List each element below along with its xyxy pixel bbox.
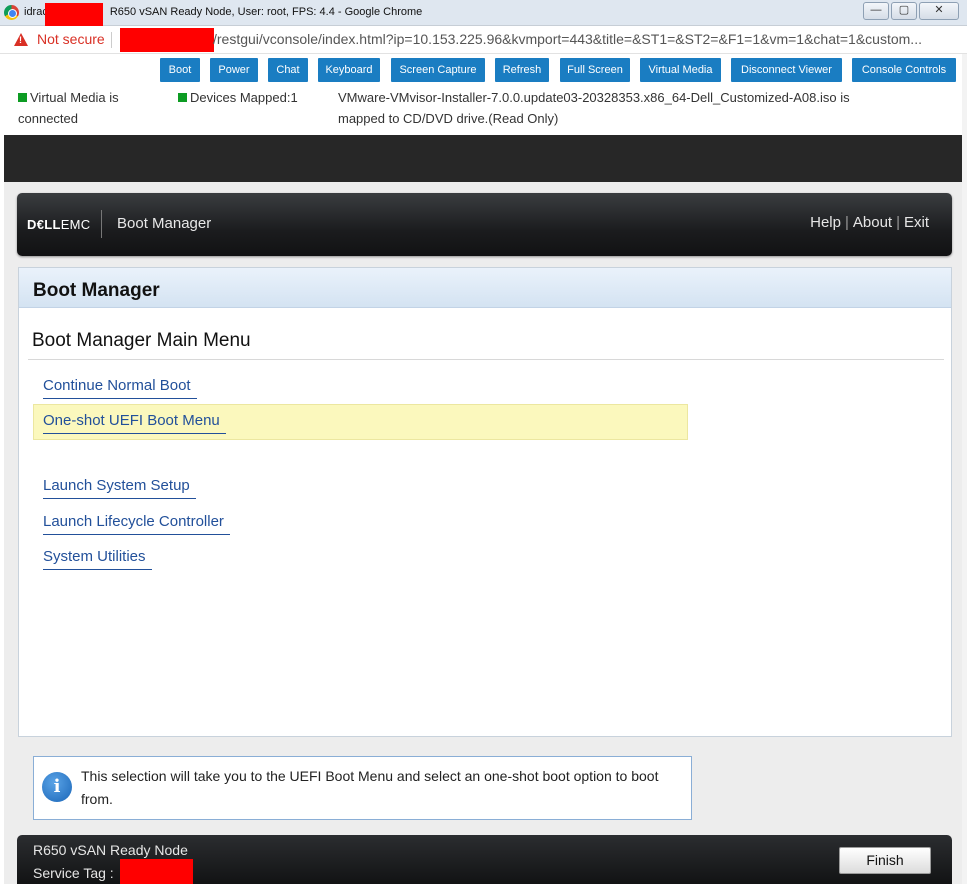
window-title-bar: idrac R650 vSAN Ready Node, User: root, F… <box>0 0 967 28</box>
header-links: Help | About | Exit <box>810 214 929 231</box>
dell-emc-logo: D€LLEMC <box>27 217 91 232</box>
menu-item-one-shot-uefi-boot-menu[interactable]: One-shot UEFI Boot Menu <box>43 412 226 434</box>
minimize-button[interactable]: — <box>863 2 889 20</box>
screen-capture-button[interactable]: Screen Capture <box>391 58 485 82</box>
menu-item-continue-normal-boot[interactable]: Continue Normal Boot <box>43 377 197 399</box>
system-model: R650 vSAN Ready Node <box>33 842 188 858</box>
url-text[interactable]: /restgui/vconsole/index.html?ip=10.153.2… <box>213 31 922 47</box>
redaction-host <box>120 28 214 52</box>
about-link[interactable]: About <box>853 214 892 231</box>
close-button[interactable]: ✕ <box>919 2 959 20</box>
menu-title: Boot Manager Main Menu <box>32 330 251 351</box>
disconnect-viewer-button[interactable]: Disconnect Viewer <box>731 58 842 82</box>
redaction-title <box>45 3 103 28</box>
menu-item-system-utilities[interactable]: System Utilities <box>43 548 152 570</box>
chat-button[interactable]: Chat <box>268 58 308 82</box>
address-bar[interactable]: Not secure /restgui/vconsole/index.html?… <box>0 26 967 54</box>
finish-button[interactable]: Finish <box>839 847 931 874</box>
virtual-media-button[interactable]: Virtual Media <box>640 58 721 82</box>
info-icon: i <box>42 772 72 802</box>
console-controls-button[interactable]: Console Controls <box>852 58 956 82</box>
console-top-bar <box>4 135 962 182</box>
devices-mapped-status: Devices Mapped:1 <box>178 87 298 108</box>
keyboard-button[interactable]: Keyboard <box>318 58 380 82</box>
chrome-logo-icon <box>4 5 19 20</box>
power-button[interactable]: Power <box>210 58 258 82</box>
help-link[interactable]: Help <box>810 214 841 231</box>
service-tag-label: Service Tag : <box>33 865 114 881</box>
menu-item-launch-lifecycle-controller[interactable]: Launch Lifecycle Controller <box>43 513 230 535</box>
menu-item-launch-system-setup[interactable]: Launch System Setup <box>43 477 196 499</box>
divider <box>28 359 944 360</box>
virtual-media-status: Virtual Media is connected <box>18 90 119 126</box>
iso-mapped-status: VMware-VMvisor-Installer-7.0.0.update03-… <box>338 90 850 126</box>
redaction-service-tag <box>120 859 193 884</box>
help-text: This selection will take you to the UEFI… <box>81 768 659 807</box>
maximize-button[interactable]: ▢ <box>891 2 917 20</box>
status-green-icon <box>18 93 27 102</box>
warning-icon <box>14 33 28 46</box>
boot-button[interactable]: Boot <box>160 58 200 82</box>
panel-title: Boot Manager <box>33 280 160 301</box>
not-secure-label[interactable]: Not secure <box>37 31 105 47</box>
status-green-icon <box>178 93 187 102</box>
exit-link[interactable]: Exit <box>904 214 929 231</box>
header-title: Boot Manager <box>117 215 212 232</box>
full-screen-button[interactable]: Full Screen <box>560 58 630 82</box>
refresh-button[interactable]: Refresh <box>495 58 549 82</box>
